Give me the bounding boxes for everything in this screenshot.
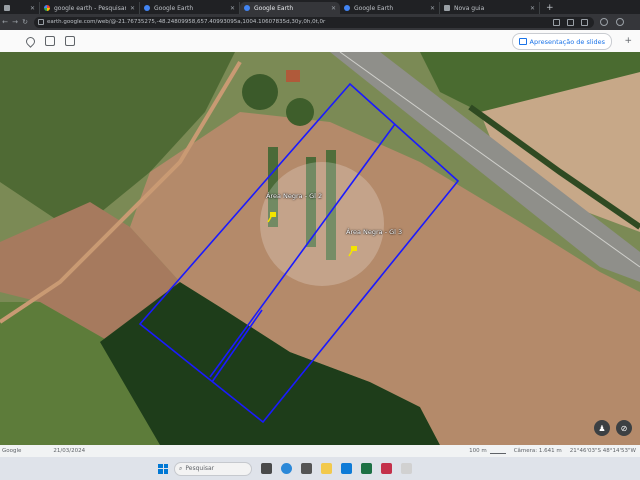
earth-icon <box>244 5 250 11</box>
store-icon[interactable] <box>341 463 352 474</box>
office-icon[interactable] <box>381 463 392 474</box>
imagery-date: 21/03/2024 <box>53 448 86 454</box>
share-icon[interactable] <box>567 18 574 26</box>
terminal-icon[interactable] <box>301 463 312 474</box>
bookmark-star-icon[interactable] <box>581 18 588 26</box>
reload-icon[interactable]: ↻ <box>20 18 30 26</box>
placemark-icon[interactable] <box>24 34 37 48</box>
tab-label: Google Earth <box>154 4 194 12</box>
earth-icon <box>144 5 150 11</box>
earth-toolbar: Apresentação de slides + <box>0 30 640 52</box>
back-icon[interactable]: ← <box>0 18 10 26</box>
close-icon[interactable]: ✕ <box>230 5 235 12</box>
tab-5[interactable]: Nova guia ✕ <box>440 2 540 14</box>
windows-start-icon[interactable] <box>158 463 168 474</box>
tab-label: google earth - Pesquisar <box>54 4 126 12</box>
compass-icon[interactable]: ⊘ <box>616 420 632 436</box>
slideshow-icon <box>518 38 527 45</box>
chrome-icon[interactable] <box>401 463 412 474</box>
tab-label: Google Earth <box>354 4 394 12</box>
tab-strip: ✕ google earth - Pesquisar ✕ Google Earth… <box>0 0 640 14</box>
tab-0[interactable]: ✕ <box>0 2 40 14</box>
tab-label: Google Earth <box>254 4 294 12</box>
slideshow-button[interactable]: Apresentação de slides <box>511 33 612 50</box>
excel-icon[interactable] <box>361 463 372 474</box>
tab-1[interactable]: google earth - Pesquisar ✕ <box>40 2 140 14</box>
taskbar-search[interactable]: ⌕ Pesquisar <box>174 461 252 476</box>
pegman-icon[interactable]: ♟ <box>594 420 610 436</box>
install-icon[interactable] <box>553 18 560 26</box>
close-icon[interactable]: ✕ <box>130 5 135 12</box>
coordinates: 21°46'03"S 48°14'53"W <box>569 448 636 454</box>
close-icon[interactable]: ✕ <box>530 5 535 12</box>
placemark-label-2[interactable]: Área Negra - Gl 3 <box>346 228 402 236</box>
map-imagery <box>0 52 640 445</box>
forward-icon[interactable]: → <box>10 18 20 26</box>
path-icon[interactable] <box>45 36 55 46</box>
scale-bar <box>489 449 506 454</box>
add-button[interactable]: + <box>624 36 632 46</box>
new-tab-button[interactable]: + <box>540 2 560 14</box>
camera-altitude: Câmera: 1.641 m <box>513 448 562 454</box>
tab-4[interactable]: Google Earth ✕ <box>340 2 440 14</box>
close-icon[interactable]: ✕ <box>331 5 336 12</box>
google-icon <box>44 5 50 11</box>
ruler-icon[interactable] <box>65 36 75 46</box>
tab-2[interactable]: Google Earth ✕ <box>140 2 240 14</box>
google-attribution: Google <box>2 448 22 454</box>
url-text: earth.google.com/web/@-21.76735275,-48.2… <box>47 19 326 25</box>
close-icon[interactable]: ✕ <box>30 5 35 12</box>
edge-icon[interactable] <box>281 463 292 474</box>
task-view-icon[interactable] <box>261 463 272 474</box>
file-explorer-icon[interactable] <box>321 463 332 474</box>
scale-label: 100 m <box>469 448 487 454</box>
address-row: ← → ↻ earth.google.com/web/@-21.76735275… <box>0 14 640 30</box>
extensions-icon[interactable] <box>600 18 608 26</box>
status-bar: Google 21/03/2024 100 m Câmera: 1.641 m … <box>0 445 640 457</box>
close-icon[interactable]: ✕ <box>430 5 435 12</box>
address-bar[interactable]: earth.google.com/web/@-21.76735275,-48.2… <box>34 16 594 28</box>
page-icon <box>444 5 450 11</box>
profile-icon[interactable] <box>616 18 624 26</box>
taskbar: ⌕ Pesquisar <box>0 457 640 480</box>
page-icon <box>4 5 10 11</box>
tab-label: Nova guia <box>454 4 485 12</box>
search-icon: ⌕ <box>179 464 183 472</box>
site-info-icon[interactable] <box>38 19 44 25</box>
satellite-map[interactable]: Área Negra - Gl 2 Área Negra - Gl 3 ♟ ⊘ <box>0 52 640 445</box>
earth-icon <box>344 5 350 11</box>
placemark-label-1[interactable]: Área Negra - Gl 2 <box>266 192 322 200</box>
tab-3[interactable]: Google Earth ✕ <box>240 2 340 14</box>
